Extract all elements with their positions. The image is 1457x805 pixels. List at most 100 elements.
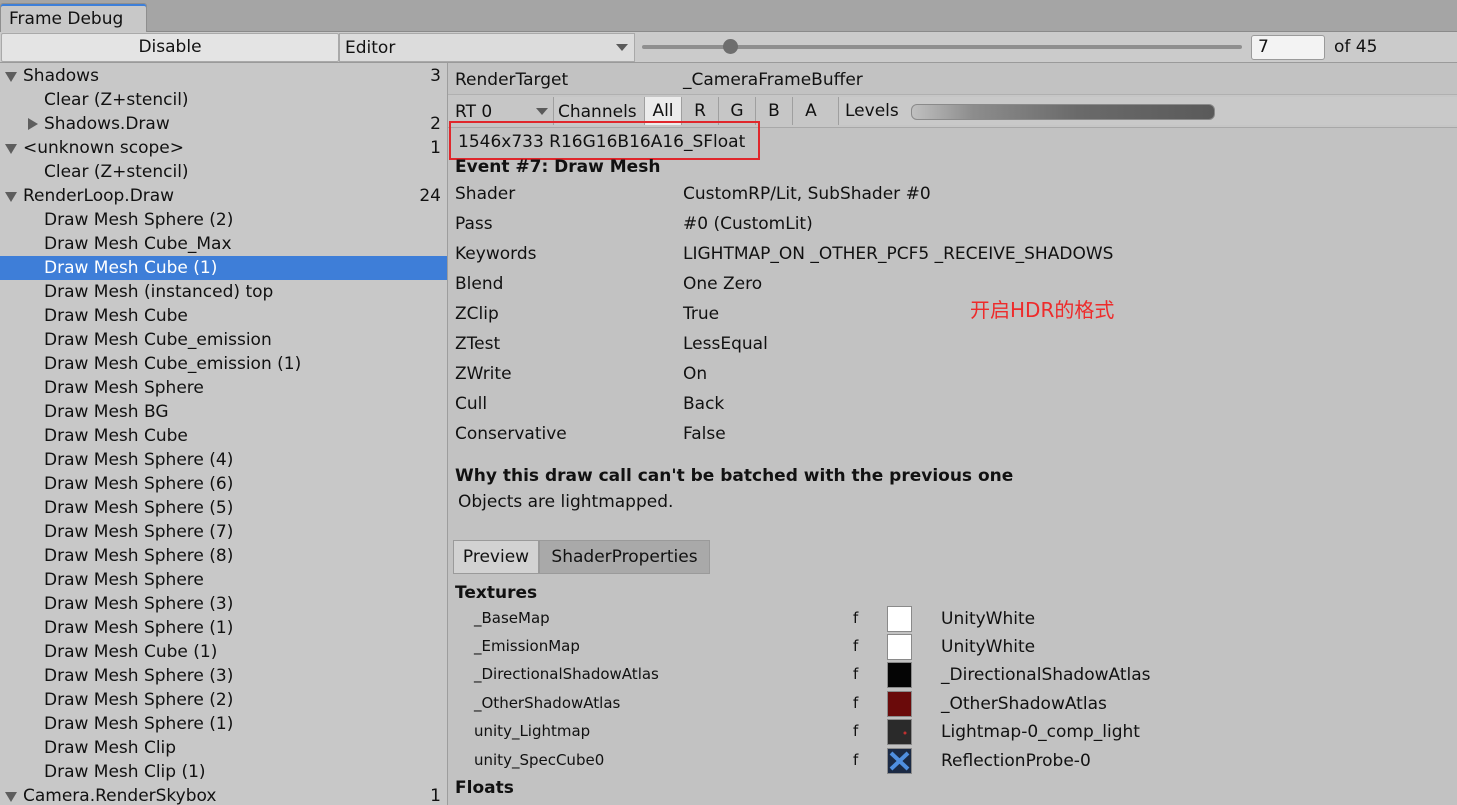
tree-item[interactable]: Draw Mesh Sphere (2) [0, 688, 447, 712]
expanded-arrow-icon[interactable] [5, 144, 17, 154]
tree-item-label: Draw Mesh Sphere (6) [44, 474, 234, 494]
tree-item-label: Draw Mesh Cube_emission (1) [44, 354, 302, 374]
tree-item[interactable]: Draw Mesh Sphere [0, 376, 447, 400]
tree-item[interactable]: Shadows.Draw 2 [0, 112, 447, 136]
red-texture-icon[interactable] [887, 691, 912, 717]
rt-select-value: RT 0 [455, 102, 493, 122]
levels-slider[interactable] [911, 104, 1215, 120]
expanded-arrow-icon[interactable] [5, 792, 17, 802]
property-key: Pass [455, 214, 493, 234]
tree-item[interactable]: Draw Mesh Sphere (3) [0, 664, 447, 688]
event-slider-handle[interactable] [722, 39, 738, 54]
event-title: Event #7: Draw Mesh [455, 157, 661, 175]
tree-item-count: 3 [430, 66, 441, 86]
tree-item[interactable]: Draw Mesh Cube_Max [0, 232, 447, 256]
tree-item[interactable]: <unknown scope> 1 [0, 136, 447, 160]
texture-value: UnityWhite [941, 609, 1036, 629]
tree-item-label: Shadows [23, 66, 99, 86]
tree-item[interactable]: Draw Mesh Sphere (8) [0, 544, 447, 568]
texture-name: _BaseMap [474, 609, 550, 627]
texture-name: _OtherShadowAtlas [474, 694, 621, 712]
tree-item-label: <unknown scope> [23, 138, 184, 158]
property-key: Keywords [455, 244, 537, 264]
texture-stage: f [853, 722, 859, 740]
texture-stage: f [853, 637, 859, 655]
tree-item[interactable]: Draw Mesh Clip (1) [0, 760, 447, 784]
tree-item[interactable]: Draw Mesh Clip [0, 736, 447, 760]
tree-item-label: Draw Mesh Sphere (4) [44, 450, 234, 470]
tree-item-label: Draw Mesh Cube (1) [44, 642, 218, 662]
event-index-field[interactable]: 7 [1251, 35, 1325, 60]
texture-value: Lightmap-0_comp_light [941, 722, 1140, 742]
tree-item[interactable]: Draw Mesh Sphere (6) [0, 472, 447, 496]
tree-item-label: Camera.RenderSkybox [23, 786, 217, 805]
white-texture-icon[interactable] [887, 634, 912, 660]
tab-shader-properties[interactable]: ShaderProperties [539, 540, 710, 574]
tree-item-label: Shadows.Draw [44, 114, 170, 134]
tree-item-label: Draw Mesh Sphere [44, 378, 204, 398]
collapsed-arrow-icon[interactable] [28, 118, 38, 130]
property-value: True [683, 304, 720, 324]
channel-button-a[interactable]: A [792, 97, 829, 125]
tree-item-label: Draw Mesh Sphere (5) [44, 498, 234, 518]
tree-item-label: Draw Mesh Sphere (1) [44, 714, 234, 734]
target-dropdown[interactable]: Editor [339, 33, 635, 62]
batch-heading: Why this draw call can't be batched with… [455, 466, 1014, 486]
texture-name: _EmissionMap [474, 637, 580, 655]
property-key: Conservative [455, 424, 567, 444]
tree-item[interactable]: Draw Mesh Sphere (5) [0, 496, 447, 520]
tree-item-label: Draw Mesh Sphere (2) [44, 210, 234, 230]
tree-item-label: Draw Mesh Sphere (3) [44, 594, 234, 614]
texture-value: ReflectionProbe-0 [941, 751, 1091, 771]
lightmap-texture-icon[interactable] [887, 719, 912, 745]
property-value: False [683, 424, 726, 444]
property-key: Cull [455, 394, 488, 414]
tree-item[interactable]: Draw Mesh Cube [0, 424, 447, 448]
tree-item-label: Draw Mesh Cube [44, 306, 188, 326]
tree-item[interactable]: Draw Mesh Sphere (7) [0, 520, 447, 544]
tree-item[interactable]: Draw Mesh Sphere [0, 568, 447, 592]
tree-item[interactable]: Clear (Z+stencil) [0, 88, 447, 112]
tree-item[interactable]: Draw Mesh Sphere (2) [0, 208, 447, 232]
tree-item-count: 24 [419, 186, 441, 206]
tree-item[interactable]: Draw Mesh Cube_emission (1) [0, 352, 447, 376]
tree-item[interactable]: Draw Mesh Cube_emission [0, 328, 447, 352]
texture-stage: f [853, 694, 859, 712]
tree-item[interactable]: Draw Mesh Cube (1) [0, 256, 447, 280]
event-index-value: 7 [1258, 37, 1269, 57]
tab-preview[interactable]: Preview [453, 540, 539, 574]
texture-stage: f [853, 609, 859, 627]
tree-item[interactable]: Clear (Z+stencil) [0, 160, 447, 184]
render-target-value: _CameraFrameBuffer [683, 70, 863, 90]
tree-item[interactable]: Draw Mesh Sphere (3) [0, 592, 447, 616]
channel-button-b[interactable]: B [755, 97, 792, 125]
texture-stage: f [853, 751, 859, 769]
disable-button[interactable]: Disable [1, 33, 339, 62]
property-value: LessEqual [683, 334, 768, 354]
tree-item[interactable]: Shadows 3 [0, 64, 447, 88]
texture-name: _DirectionalShadowAtlas [474, 665, 659, 683]
tree-item[interactable]: Draw Mesh Sphere (1) [0, 712, 447, 736]
white-texture-icon[interactable] [887, 606, 912, 632]
tree-item[interactable]: Draw Mesh (instanced) top [0, 280, 447, 304]
tree-item-label: Draw Mesh Clip (1) [44, 762, 206, 782]
tree-item[interactable]: Draw Mesh Cube (1) [0, 640, 447, 664]
toolbar: Disable Editor 7 of 45 [0, 32, 1457, 63]
tree-item[interactable]: RenderLoop.Draw 24 [0, 184, 447, 208]
batch-reason: Objects are lightmapped. [458, 492, 674, 512]
expanded-arrow-icon[interactable] [5, 192, 17, 202]
tree-item[interactable]: Draw Mesh Sphere (1) [0, 616, 447, 640]
property-key: ZWrite [455, 364, 512, 384]
tree-item[interactable]: Draw Mesh Sphere (4) [0, 448, 447, 472]
black-texture-icon[interactable] [887, 662, 912, 688]
chevron-down-icon [536, 108, 548, 115]
tree-item-label: Draw Mesh Clip [44, 738, 177, 758]
tree-item[interactable]: Draw Mesh Cube [0, 304, 447, 328]
tree-item[interactable]: Draw Mesh BG [0, 400, 447, 424]
reflection-probe-icon[interactable] [887, 748, 912, 774]
tree-item-label: Draw Mesh (instanced) top [44, 282, 274, 302]
tree-item[interactable]: Camera.RenderSkybox 1 [0, 784, 447, 805]
expanded-arrow-icon[interactable] [5, 72, 17, 82]
tab-frame-debug[interactable]: Frame Debug [0, 3, 147, 33]
tab-frame-debug-label: Frame Debug [9, 9, 124, 29]
